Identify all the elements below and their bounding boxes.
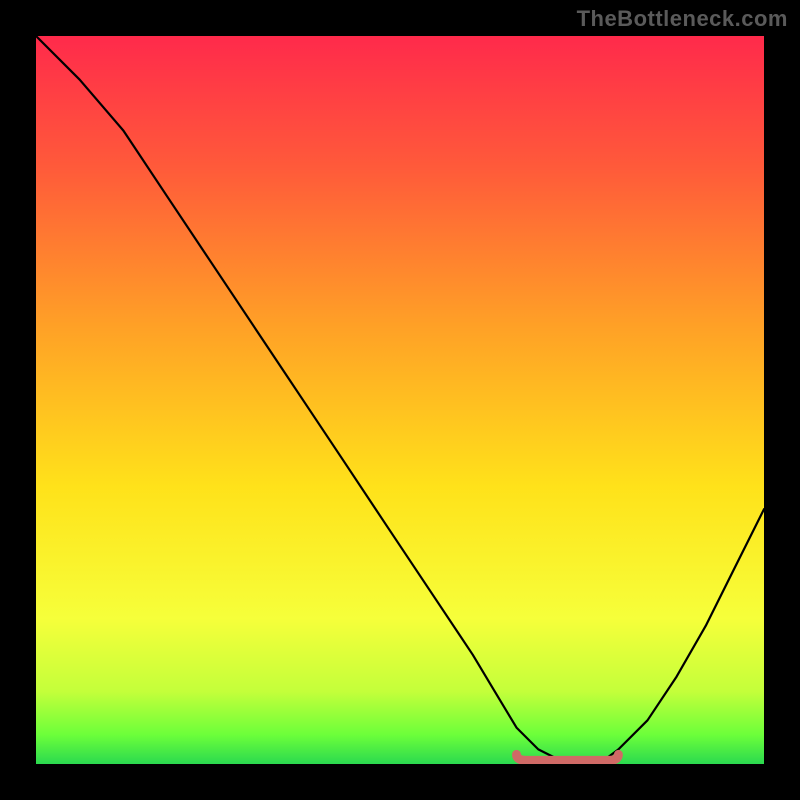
optimal-band-marker — [517, 754, 619, 760]
bottleneck-curve — [36, 36, 764, 764]
curve-layer — [36, 36, 764, 764]
watermark-text: TheBottleneck.com — [577, 6, 788, 32]
chart-stage: TheBottleneck.com — [0, 0, 800, 800]
plot-area — [36, 36, 764, 764]
